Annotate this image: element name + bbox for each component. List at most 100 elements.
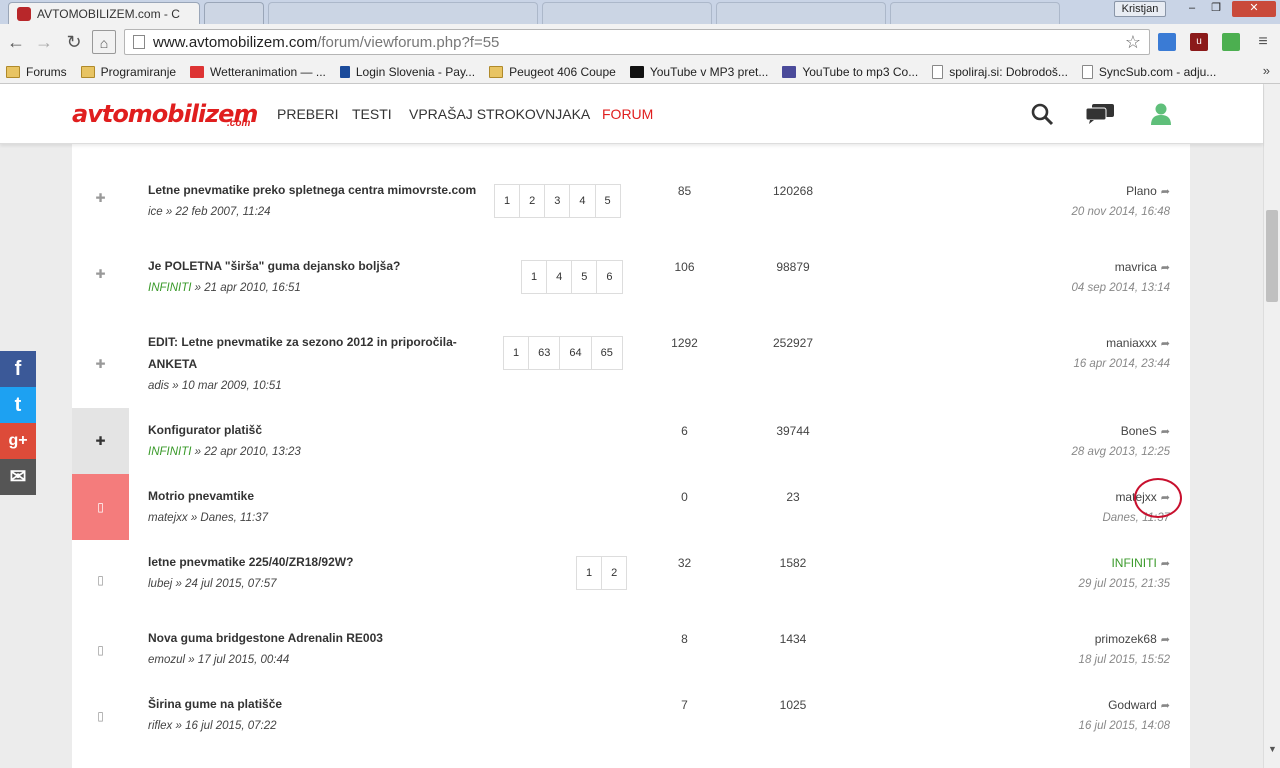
topic-title[interactable]: Motrio pnevamtike xyxy=(148,485,488,507)
last-post-user[interactable]: BoneS ➦ xyxy=(1121,424,1170,438)
page-link[interactable]: 1 xyxy=(577,557,601,589)
topic-author[interactable]: emozul xyxy=(148,654,185,666)
page-link[interactable]: 65 xyxy=(590,337,622,369)
extension-icon[interactable] xyxy=(1158,33,1176,51)
page-link[interactable]: 3 xyxy=(544,185,569,217)
last-post-user[interactable]: mavrica ➦ xyxy=(1115,260,1170,274)
bookmark-star-icon[interactable]: ☆ xyxy=(1125,32,1141,53)
user-profile-icon[interactable] xyxy=(1151,103,1171,125)
page-link[interactable]: 4 xyxy=(546,261,571,293)
window-close-icon[interactable]: ✕ xyxy=(1232,1,1276,17)
googleplus-share-icon[interactable]: g+ xyxy=(0,423,36,459)
reply-arrow-icon[interactable]: ➦ xyxy=(1161,700,1170,712)
bookmark-youtube-mp3[interactable]: YouTube v MP3 pret... xyxy=(629,65,768,79)
view-count: 1025 xyxy=(779,698,807,712)
address-bar[interactable]: www.avtomobilizem.com/forum/viewforum.ph… xyxy=(124,29,1150,55)
email-share-icon[interactable]: ✉ xyxy=(0,459,36,495)
topic-title[interactable]: Je POLETNA "širša" guma dejansko boljša? xyxy=(148,255,488,277)
reply-arrow-icon[interactable]: ➦ xyxy=(1161,558,1170,570)
topic-pagination: 1 2 3 4 5 xyxy=(494,184,621,218)
page-link[interactable]: 6 xyxy=(596,261,621,293)
bookmark-login-slovenia[interactable]: Login Slovenia - Pay... xyxy=(339,65,475,79)
page-link[interactable]: 1 xyxy=(504,337,528,369)
topic-date: 21 apr 2010, 16:51 xyxy=(204,282,301,294)
table-row: ▯ Nova guma bridgestone Adrenalin RE003 … xyxy=(72,622,1190,688)
reply-count: 85 xyxy=(677,184,692,198)
twitter-share-icon[interactable]: t xyxy=(0,387,36,423)
last-post-user[interactable]: primozek68 ➦ xyxy=(1095,632,1170,646)
reply-arrow-icon[interactable]: ➦ xyxy=(1161,338,1170,350)
reply-count: 0 xyxy=(681,490,688,504)
bookmark-forums[interactable]: Forums xyxy=(6,65,67,79)
chat-icon[interactable] xyxy=(1086,104,1114,124)
page-link[interactable]: 5 xyxy=(571,261,596,293)
topic-author[interactable]: ice xyxy=(148,206,163,218)
ublock-icon[interactable]: u xyxy=(1190,33,1208,51)
last-post-user[interactable]: maniaxxx ➦ xyxy=(1106,336,1170,350)
topic-title[interactable]: Konfigurator platišč xyxy=(148,419,488,441)
reply-arrow-icon[interactable]: ➦ xyxy=(1161,186,1170,198)
page-scrollbar[interactable]: ▼ xyxy=(1263,84,1280,768)
topic-author[interactable]: matejxx xyxy=(148,512,188,524)
home-icon[interactable]: ⌂ xyxy=(92,30,116,54)
bookmark-programiranje[interactable]: Programiranje xyxy=(80,65,176,79)
last-post-user[interactable]: INFINITI ➦ xyxy=(1111,556,1170,570)
last-post-user[interactable]: Godward ➦ xyxy=(1108,698,1170,712)
bookmark-youtube-to-mp3[interactable]: YouTube to mp3 Co... xyxy=(782,65,918,79)
back-icon[interactable]: ← xyxy=(4,30,28,54)
reply-arrow-icon[interactable]: ➦ xyxy=(1161,262,1170,274)
pin-icon: ✚ xyxy=(95,357,106,371)
reply-arrow-icon[interactable]: ➦ xyxy=(1161,426,1170,438)
tab-title: AVTOMOBILIZEM.com - C xyxy=(37,6,180,21)
reply-arrow-icon[interactable]: ➦ xyxy=(1161,634,1170,646)
nav-vprasaj-strokovnjaka[interactable]: VPRAŠAJ STROKOVNJAKA xyxy=(409,106,590,122)
extension-icon[interactable] xyxy=(1222,33,1240,51)
browser-tab-active[interactable]: AVTOMOBILIZEM.com - C xyxy=(8,2,200,24)
page-link[interactable]: 4 xyxy=(569,185,594,217)
scrollbar-thumb[interactable] xyxy=(1266,210,1278,302)
bookmark-wetteranimation[interactable]: Wetteranimation — ... xyxy=(190,65,326,79)
last-post-date: 16 jul 2015, 14:08 xyxy=(1078,720,1170,732)
forward-icon[interactable]: → xyxy=(32,30,56,54)
page-link[interactable]: 63 xyxy=(528,337,559,369)
topic-title[interactable]: letne pnevmatike 225/40/ZR18/92W? xyxy=(148,551,488,573)
topic-title[interactable]: EDIT: Letne pnevmatike za sezono 2012 in… xyxy=(148,331,478,375)
bookmarks-overflow-icon[interactable]: » xyxy=(1263,63,1270,78)
topic-title[interactable]: Širina gume na platišče xyxy=(148,693,488,715)
bookmark-syncsub[interactable]: SyncSub.com - adju... xyxy=(1081,64,1216,79)
topic-author[interactable]: adis xyxy=(148,380,169,392)
minimize-icon[interactable]: ‒ xyxy=(1180,1,1204,17)
topic-author[interactable]: riflex xyxy=(148,720,172,732)
facebook-share-icon[interactable]: f xyxy=(0,351,36,387)
page-link[interactable]: 1 xyxy=(522,261,546,293)
nav-testi[interactable]: TESTI xyxy=(352,106,392,122)
topic-author[interactable]: lubej xyxy=(148,578,172,590)
maximize-icon[interactable]: ❐ xyxy=(1204,1,1228,17)
page-link[interactable]: 64 xyxy=(559,337,590,369)
search-icon[interactable] xyxy=(1030,102,1054,126)
page-link[interactable]: 5 xyxy=(594,185,620,217)
topic-title[interactable]: Nova guma bridgestone Adrenalin RE003 xyxy=(148,627,488,649)
bookmark-peugeot[interactable]: Peugeot 406 Coupe xyxy=(489,65,616,79)
yt-mp3-icon xyxy=(782,65,797,78)
browser-tab[interactable] xyxy=(716,2,886,24)
topic-title[interactable]: Letne pnevmatike preko spletnega centra … xyxy=(148,179,488,201)
topic-author[interactable]: INFINITI xyxy=(148,446,191,458)
browser-tab[interactable] xyxy=(268,2,538,24)
menu-icon[interactable]: ≡ xyxy=(1254,33,1272,51)
page-link[interactable]: 2 xyxy=(519,185,544,217)
browser-tab[interactable] xyxy=(542,2,712,24)
topic-pagination: 1 63 64 65 xyxy=(503,336,623,370)
nav-forum[interactable]: FORUM xyxy=(602,106,653,122)
browser-tab[interactable] xyxy=(204,2,264,24)
topic-author[interactable]: INFINITI xyxy=(148,282,191,294)
last-post-user[interactable]: Plano ➦ xyxy=(1126,184,1170,198)
reload-icon[interactable]: ↻ xyxy=(62,30,86,54)
browser-tab[interactable] xyxy=(890,2,1060,24)
browser-user-chip[interactable]: Kristjan xyxy=(1114,1,1166,17)
bookmark-spoliraj[interactable]: spoliraj.si: Dobrodoš... xyxy=(932,64,1068,79)
nav-preberi[interactable]: PREBERI xyxy=(277,106,338,122)
scroll-down-icon[interactable]: ▼ xyxy=(1268,744,1277,754)
page-link[interactable]: 1 xyxy=(495,185,519,217)
page-link[interactable]: 2 xyxy=(601,557,626,589)
